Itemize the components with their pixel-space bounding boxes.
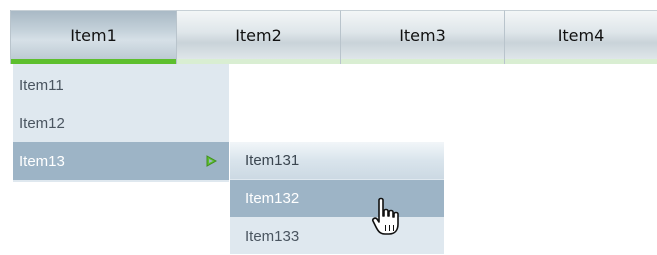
- menu-item-item4[interactable]: Item4: [505, 10, 657, 64]
- dropdown-item-item133[interactable]: Item133: [230, 218, 444, 255]
- dropdown-item-label: Item131: [245, 152, 300, 169]
- dropdown-item-label: Item11: [19, 76, 64, 94]
- dropdown-item-item132[interactable]: Item132: [230, 180, 444, 217]
- menu-bar: Item1 Item2 Item3 Item4: [10, 10, 657, 64]
- dropdown-menu-item1: Item11 Item12 Item13: [13, 64, 229, 182]
- dropdown-item-item11[interactable]: Item11: [13, 66, 229, 104]
- dropdown-item-item12[interactable]: Item12: [13, 104, 229, 142]
- menu-item-label: Item3: [399, 26, 446, 45]
- menu-item-label: Item1: [70, 26, 117, 45]
- menu-item-underline: [341, 59, 504, 64]
- dropdown-item-label: Item13: [19, 152, 65, 170]
- dropdown-item-item131[interactable]: Item131: [230, 142, 444, 179]
- menu-item-item2[interactable]: Item2: [177, 10, 341, 64]
- menu-item-label: Item4: [557, 26, 605, 45]
- triangle-right-icon: [206, 155, 217, 167]
- dropdown-item-label: Item12: [19, 114, 65, 132]
- dropdown-menu-item13: Item131 Item132 Item133: [230, 142, 444, 254]
- menu-item-item3[interactable]: Item3: [341, 10, 505, 64]
- menu-item-underline: [505, 59, 657, 64]
- dropdown-item-label: Item132: [245, 190, 300, 207]
- menu-item-item1[interactable]: Item1: [11, 10, 177, 64]
- dropdown-item-label: Item133: [245, 228, 300, 245]
- hand-pointer-icon: [372, 197, 399, 235]
- dropdown-item-item13[interactable]: Item13: [13, 142, 229, 180]
- menu-item-label: Item2: [235, 26, 282, 45]
